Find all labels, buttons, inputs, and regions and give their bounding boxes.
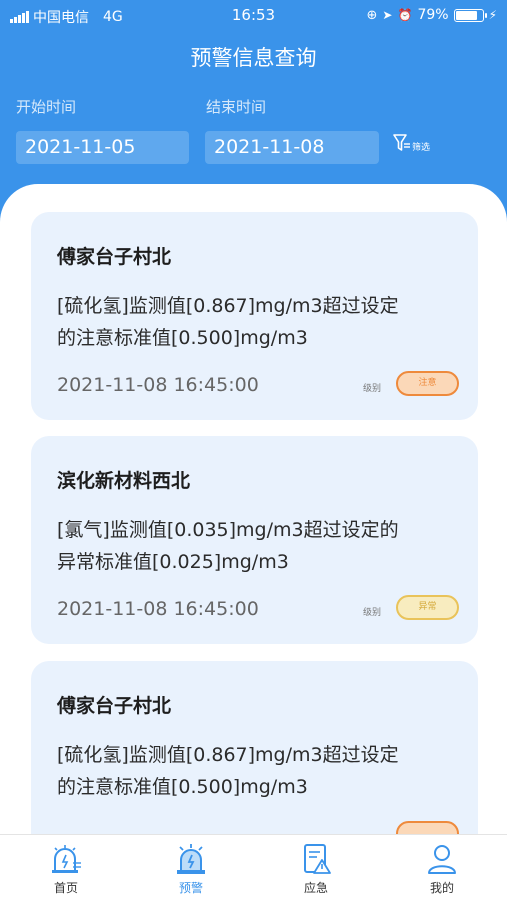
battery-icon bbox=[453, 8, 487, 22]
alert-time: 2021-11-08 16:45:00 bbox=[57, 374, 259, 396]
alert-card[interactable]: 滨化新材料西北 [氯气]监测值[0.035]mg/m3超过设定的 异常标准值[0… bbox=[31, 436, 478, 644]
page-title: 预警信息查询 bbox=[190, 46, 317, 70]
tab-bar: 首页 预警 应急 我的 bbox=[0, 834, 507, 901]
alert-message-line: 异常标准值[0.025]mg/m3 bbox=[57, 551, 289, 573]
start-time-label: 开始时间 bbox=[16, 98, 77, 116]
end-time-label: 结束时间 bbox=[206, 98, 267, 116]
level-badge: 异常 bbox=[396, 595, 459, 620]
alert-location: 滨化新材料西北 bbox=[57, 470, 191, 492]
tab-mine-label: 我的 bbox=[429, 881, 454, 895]
tab-warning[interactable]: 预警 bbox=[151, 841, 231, 896]
rotation-lock-icon: ⊕ bbox=[366, 7, 378, 23]
alert-message-line: [硫化氢]监测值[0.867]mg/m3超过设定 bbox=[57, 744, 399, 766]
alert-card[interactable]: 傅家台子村北 [硫化氢]监测值[0.867]mg/m3超过设定 的注意标准值[0… bbox=[31, 661, 478, 834]
tab-mine[interactable]: 我的 bbox=[402, 841, 482, 896]
end-date-field[interactable]: 2021-11-08 bbox=[205, 131, 379, 164]
warning-siren-icon bbox=[177, 844, 205, 874]
location-icon: ➤ bbox=[382, 8, 393, 22]
alert-message: [氯气]监测值[0.035]mg/m3超过设定的 异常标准值[0.025]mg/… bbox=[57, 514, 452, 578]
filter-icon bbox=[393, 134, 410, 151]
level-badge bbox=[396, 821, 459, 834]
alert-card[interactable]: 傅家台子村北 [硫化氢]监测值[0.867]mg/m3超过设定 的注意标准值[0… bbox=[31, 212, 478, 420]
filter-button[interactable]: 筛选 bbox=[393, 133, 430, 153]
emergency-doc-icon bbox=[304, 844, 331, 874]
alert-time: 2021-11-08 16:45:00 bbox=[57, 598, 259, 620]
tab-emergency[interactable]: 应急 bbox=[276, 841, 356, 896]
level-label: 级别 bbox=[363, 384, 382, 394]
start-date-field[interactable]: 2021-11-05 bbox=[16, 131, 189, 164]
home-alarm-icon bbox=[52, 845, 81, 873]
alarm-icon: ⏰ bbox=[397, 8, 413, 22]
filter-label: 筛选 bbox=[412, 142, 431, 153]
alert-message-line: 的注意标准值[0.500]mg/m3 bbox=[57, 776, 308, 798]
alert-list[interactable]: 傅家台子村北 [硫化氢]监测值[0.867]mg/m3超过设定 的注意标准值[0… bbox=[0, 184, 507, 834]
tab-home-label: 首页 bbox=[53, 881, 78, 895]
charging-icon: ⚡ bbox=[488, 8, 497, 22]
level-label: 级别 bbox=[363, 608, 382, 618]
alert-message-line: [硫化氢]监测值[0.867]mg/m3超过设定 bbox=[57, 295, 399, 317]
alert-message: [硫化氢]监测值[0.867]mg/m3超过设定 的注意标准值[0.500]mg… bbox=[57, 739, 452, 803]
alert-location: 傅家台子村北 bbox=[57, 695, 172, 717]
tab-warning-label: 预警 bbox=[178, 881, 203, 895]
tab-home[interactable]: 首页 bbox=[26, 841, 106, 896]
alert-message-line: 的注意标准值[0.500]mg/m3 bbox=[57, 327, 308, 349]
user-icon bbox=[428, 845, 456, 874]
tab-emergency-label: 应急 bbox=[303, 881, 328, 895]
alert-message-line: [氯气]监测值[0.035]mg/m3超过设定的 bbox=[57, 519, 399, 541]
battery-text: 79% bbox=[417, 7, 449, 23]
level-badge: 注意 bbox=[396, 371, 459, 396]
alert-location: 傅家台子村北 bbox=[57, 246, 172, 268]
alert-message: [硫化氢]监测值[0.867]mg/m3超过设定 的注意标准值[0.500]mg… bbox=[57, 290, 452, 354]
status-bar: 中国电信 4G 16:53 ⊕ ➤ ⏰ 79% ⚡ bbox=[0, 0, 507, 32]
